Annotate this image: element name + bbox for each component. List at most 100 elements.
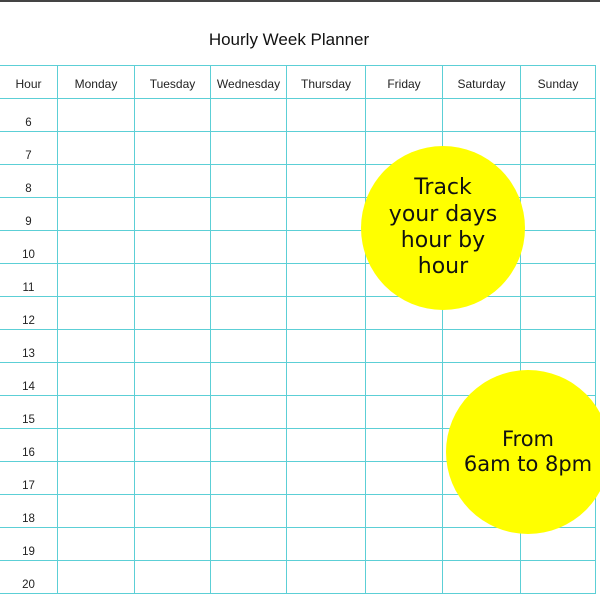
- callout-text: Track your days hour by hour: [388, 175, 498, 280]
- planner-cell-friday[interactable]: [365, 461, 443, 495]
- planner-cell-thursday[interactable]: [286, 395, 366, 429]
- planner-cell-friday[interactable]: [365, 527, 443, 561]
- planner-cell-monday[interactable]: [57, 230, 135, 264]
- planner-cell-sunday[interactable]: [520, 230, 596, 264]
- planner-cell-monday[interactable]: [57, 131, 135, 165]
- planner-cell-friday[interactable]: [365, 98, 443, 132]
- planner-cell-thursday[interactable]: [286, 98, 366, 132]
- planner-cell-tuesday[interactable]: [134, 164, 211, 198]
- planner-cell-saturday[interactable]: [442, 527, 521, 561]
- planner-cell-friday[interactable]: [365, 560, 443, 594]
- planner-cell-wednesday[interactable]: [210, 329, 287, 363]
- planner-cell-wednesday[interactable]: [210, 98, 287, 132]
- planner-cell-wednesday[interactable]: [210, 197, 287, 231]
- planner-cell-thursday[interactable]: [286, 164, 366, 198]
- header-row: Hour Monday Tuesday Wednesday Thursday F…: [0, 65, 596, 99]
- callout-text: From 6am to 8pm: [463, 426, 593, 476]
- planner-cell-thursday[interactable]: [286, 494, 366, 528]
- planner-cell-sunday[interactable]: [520, 560, 596, 594]
- planner-cell-sunday[interactable]: [520, 197, 596, 231]
- planner-cell-thursday[interactable]: [286, 461, 366, 495]
- planner-cell-sunday[interactable]: [520, 296, 596, 330]
- planner-cell-monday[interactable]: [57, 560, 135, 594]
- planner-cell-wednesday[interactable]: [210, 131, 287, 165]
- planner-cell-tuesday[interactable]: [134, 230, 211, 264]
- hour-label: 19: [0, 527, 58, 561]
- planner-cell-tuesday[interactable]: [134, 395, 211, 429]
- planner-cell-thursday[interactable]: [286, 131, 366, 165]
- planner-cell-wednesday[interactable]: [210, 263, 287, 297]
- planner-cell-tuesday[interactable]: [134, 461, 211, 495]
- planner-cell-wednesday[interactable]: [210, 560, 287, 594]
- planner-cell-wednesday[interactable]: [210, 494, 287, 528]
- planner-cell-tuesday[interactable]: [134, 428, 211, 462]
- planner-cell-tuesday[interactable]: [134, 527, 211, 561]
- planner-cell-tuesday[interactable]: [134, 263, 211, 297]
- hour-label: 6: [0, 98, 58, 132]
- planner-cell-saturday[interactable]: [442, 98, 521, 132]
- planner-cell-thursday[interactable]: [286, 197, 366, 231]
- table-row: 12: [0, 296, 596, 330]
- planner-cell-saturday[interactable]: [442, 329, 521, 363]
- planner-cell-sunday[interactable]: [520, 164, 596, 198]
- table-row: 6: [0, 98, 596, 132]
- planner-cell-monday[interactable]: [57, 428, 135, 462]
- planner-cell-thursday[interactable]: [286, 527, 366, 561]
- planner-cell-sunday[interactable]: [520, 131, 596, 165]
- header-tuesday: Tuesday: [134, 65, 211, 99]
- hour-label: 15: [0, 395, 58, 429]
- planner-cell-friday[interactable]: [365, 329, 443, 363]
- planner-cell-thursday[interactable]: [286, 362, 366, 396]
- table-row: 13: [0, 329, 596, 363]
- planner-cell-friday[interactable]: [365, 362, 443, 396]
- planner-cell-sunday[interactable]: [520, 263, 596, 297]
- planner-cell-monday[interactable]: [57, 461, 135, 495]
- header-wednesday: Wednesday: [210, 65, 287, 99]
- planner-cell-monday[interactable]: [57, 263, 135, 297]
- planner-cell-monday[interactable]: [57, 362, 135, 396]
- planner-cell-monday[interactable]: [57, 98, 135, 132]
- planner-cell-tuesday[interactable]: [134, 131, 211, 165]
- planner-cell-wednesday[interactable]: [210, 527, 287, 561]
- planner-cell-thursday[interactable]: [286, 296, 366, 330]
- table-row: 7: [0, 131, 596, 165]
- planner-cell-thursday[interactable]: [286, 428, 366, 462]
- planner-cell-wednesday[interactable]: [210, 362, 287, 396]
- planner-cell-wednesday[interactable]: [210, 230, 287, 264]
- planner-cell-tuesday[interactable]: [134, 98, 211, 132]
- planner-cell-thursday[interactable]: [286, 263, 366, 297]
- planner-cell-thursday[interactable]: [286, 230, 366, 264]
- callout-track-hours: Track your days hour by hour: [361, 146, 525, 310]
- hour-label: 10: [0, 230, 58, 264]
- planner-cell-monday[interactable]: [57, 527, 135, 561]
- planner-cell-tuesday[interactable]: [134, 296, 211, 330]
- planner-cell-friday[interactable]: [365, 494, 443, 528]
- planner-cell-monday[interactable]: [57, 395, 135, 429]
- planner-cell-sunday[interactable]: [520, 98, 596, 132]
- hour-label: 11: [0, 263, 58, 297]
- planner-cell-thursday[interactable]: [286, 329, 366, 363]
- planner-cell-friday[interactable]: [365, 395, 443, 429]
- planner-cell-wednesday[interactable]: [210, 164, 287, 198]
- planner-cell-tuesday[interactable]: [134, 494, 211, 528]
- planner-cell-monday[interactable]: [57, 494, 135, 528]
- planner-cell-monday[interactable]: [57, 329, 135, 363]
- planner-cell-monday[interactable]: [57, 197, 135, 231]
- planner-cell-tuesday[interactable]: [134, 197, 211, 231]
- planner-cell-monday[interactable]: [57, 164, 135, 198]
- planner-cell-thursday[interactable]: [286, 560, 366, 594]
- planner-cell-tuesday[interactable]: [134, 329, 211, 363]
- header-sunday: Sunday: [520, 65, 596, 99]
- header-saturday: Saturday: [442, 65, 521, 99]
- table-row: 19: [0, 527, 596, 561]
- planner-cell-tuesday[interactable]: [134, 362, 211, 396]
- planner-cell-wednesday[interactable]: [210, 296, 287, 330]
- planner-cell-tuesday[interactable]: [134, 560, 211, 594]
- planner-cell-sunday[interactable]: [520, 329, 596, 363]
- planner-cell-monday[interactable]: [57, 296, 135, 330]
- planner-cell-wednesday[interactable]: [210, 428, 287, 462]
- planner-cell-wednesday[interactable]: [210, 395, 287, 429]
- planner-cell-saturday[interactable]: [442, 560, 521, 594]
- planner-cell-wednesday[interactable]: [210, 461, 287, 495]
- planner-cell-friday[interactable]: [365, 428, 443, 462]
